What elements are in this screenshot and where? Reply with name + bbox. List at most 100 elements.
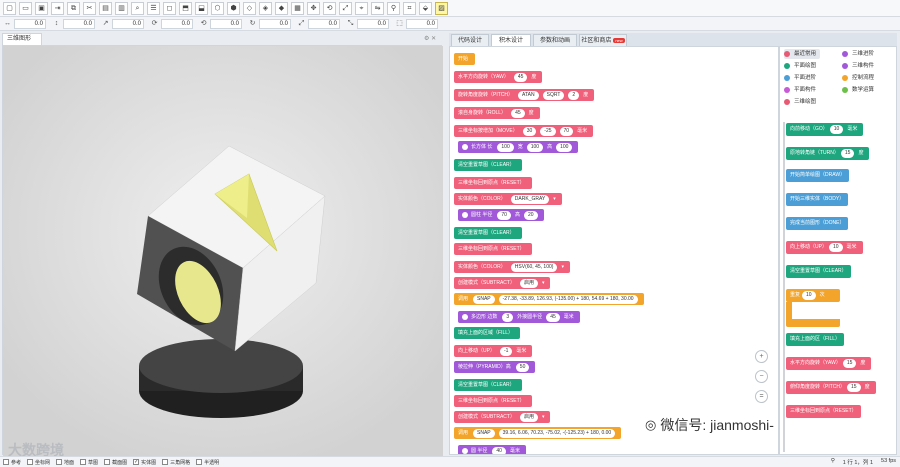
subtract-block-2[interactable]: 创建模式（SUBTRACT） 启用 ▾ — [454, 411, 551, 423]
block-value-input[interactable]: ATAN — [518, 90, 539, 100]
category-5[interactable]: 控制流程 — [842, 73, 874, 83]
palette-pitch-block[interactable]: 俯仰角度旋转（PITCH） 15 度 — [786, 381, 876, 394]
polygon-block[interactable]: 多边形 边数 3 外接圆半径 45 毫米 — [458, 311, 580, 323]
export-icon[interactable]: ⇥ — [51, 1, 64, 15]
checkbox[interactable] — [196, 459, 203, 465]
block-value-input[interactable]: 45 — [546, 312, 560, 322]
block-value-input[interactable]: 20 — [523, 210, 538, 220]
checkbox[interactable] — [27, 459, 34, 465]
palette-up-block[interactable]: 向上移动（UP） 10 毫米 — [786, 241, 863, 254]
move-block[interactable]: 三维坐标按增加（MOVE） 30 -25 70 毫米 — [454, 125, 594, 137]
transform-value-input[interactable]: 0.0 — [259, 18, 291, 29]
checkbox[interactable] — [162, 459, 169, 465]
palette-draw-block[interactable]: 开始简单绘图（DRAW） — [786, 169, 850, 182]
block-value-input[interactable]: 100 — [497, 142, 514, 152]
block-value-input[interactable]: 2 — [568, 90, 580, 100]
palette-clear-block[interactable]: 清空重置草图（CLEAR） — [786, 265, 851, 278]
cube-wire-icon[interactable]: ⬢ — [227, 1, 240, 15]
pyramid-block[interactable]: 棱拉伸（PYRAMID）高 50 — [454, 361, 536, 373]
move-tool-icon[interactable]: ✥ — [307, 1, 320, 15]
dropdown-arrow-icon[interactable]: ▾ — [553, 193, 556, 205]
palette-go-block[interactable]: 向前移动（GO） 10 毫米 — [786, 123, 864, 136]
cylinder-block[interactable]: 圆柱 半径 70 高 20 — [458, 209, 544, 221]
palette-done-block[interactable]: 完成当前图形（DONE） — [786, 217, 849, 230]
clear-block-2[interactable]: 清空重置草图（CLEAR） — [454, 227, 522, 239]
block-workspace[interactable]: 开始 水平方向旋转（YAW） 45 度旋转角度旋转（PITCH） ATAN SQRT 2 度滚… — [449, 46, 779, 455]
checkbox[interactable] — [104, 459, 111, 465]
block-value-input[interactable]: 39.16, 6.06, 70.23, -75.02, -(-125.23) +… — [498, 428, 616, 438]
transform-value-input[interactable]: 0.0 — [210, 18, 242, 29]
cube-front-icon[interactable]: ◻ — [163, 1, 176, 15]
3d-scene[interactable] — [3, 46, 443, 456]
cube-iso-icon[interactable]: ⬡ — [211, 1, 224, 15]
checkbox[interactable] — [80, 459, 87, 465]
transform-value-input[interactable]: 0.0 — [112, 18, 144, 29]
block-value-input[interactable]: 启用 — [519, 412, 538, 422]
reset-block-1[interactable]: 三维坐标回到原点（RESET） — [454, 177, 532, 189]
block-value-input[interactable]: SQRT — [542, 90, 565, 100]
circle-block[interactable]: 圆 半径 40 毫米 — [458, 445, 526, 454]
cube-back-icon[interactable]: ◇ — [243, 1, 256, 15]
view-option-1[interactable]: 坐标网 — [27, 459, 50, 466]
zoom-in-button[interactable]: + — [755, 350, 768, 363]
search-icon[interactable]: ⌕ — [131, 1, 144, 15]
transform-value-input[interactable]: 0.0 — [406, 18, 438, 29]
category-1[interactable]: 三维进阶 — [842, 49, 874, 59]
view-option-5[interactable]: ✓ 实体图 — [133, 459, 156, 466]
block-value-input[interactable]: DARK_GRAY — [510, 194, 550, 204]
block-value-input[interactable]: 15 — [840, 149, 855, 158]
block-value-input[interactable]: 10 — [828, 243, 843, 252]
palette-yaw-block[interactable]: 水平方向旋转（YAW） 15 度 — [786, 357, 872, 370]
block-value-input[interactable]: 100 — [556, 142, 573, 152]
transform-value-input[interactable]: 0.0 — [357, 18, 389, 29]
list-icon[interactable]: ☰ — [147, 1, 160, 15]
block-value-input[interactable]: 50 — [515, 362, 530, 372]
checkbox[interactable] — [56, 459, 63, 465]
view-option-7[interactable]: 半透明 — [196, 459, 219, 466]
block-value-input[interactable]: HSV(60, 45, 100) — [510, 262, 558, 272]
view-option-3[interactable]: 草图 — [80, 459, 98, 466]
pin-icon[interactable]: ⚙ — [424, 36, 429, 42]
rotate-tool-icon[interactable]: ⟲ — [323, 1, 336, 15]
zoom-out-button[interactable]: − — [755, 370, 768, 383]
category-2[interactable]: 平面绘图 — [784, 61, 816, 71]
block-value-input[interactable]: SNAP — [473, 294, 495, 304]
clear-block-1[interactable]: 清空重置草图（CLEAR） — [454, 159, 522, 171]
cut-icon[interactable]: ✂ — [83, 1, 96, 15]
subtract-block-1[interactable]: 创建模式（SUBTRACT） 启用 ▾ — [454, 277, 551, 289]
zoom-reset-button[interactable]: = — [755, 390, 768, 403]
palette-scrollbar[interactable] — [783, 122, 785, 452]
cube-top-icon[interactable]: ⬒ — [179, 1, 192, 15]
reset-block-2[interactable]: 三维坐标回到原点（RESET） — [454, 243, 532, 255]
roll-block[interactable]: 滚自身旋转（ROLL） 45 度 — [454, 107, 540, 119]
open-folder-icon[interactable]: ▭ — [19, 1, 32, 15]
tab-1[interactable]: 积木设计 — [491, 34, 531, 46]
close-icon[interactable]: ✕ — [431, 36, 436, 42]
measure-icon[interactable]: ⌗ — [403, 1, 416, 15]
scale-tool-icon[interactable]: ⤢ — [339, 1, 352, 15]
yaw-block[interactable]: 水平方向旋转（YAW） 45 度 — [454, 71, 543, 83]
block-value-input[interactable]: 15 — [847, 383, 861, 392]
block-value-input[interactable]: 15 — [842, 359, 857, 368]
category-0[interactable]: 最近常用 — [784, 49, 821, 59]
block-value-input[interactable]: 70 — [559, 126, 574, 136]
color-block-2[interactable]: 实体颜色（COLOR） HSV(60, 45, 100) ▾ — [454, 261, 570, 273]
transform-value-input[interactable]: 0.0 — [14, 18, 46, 29]
dropdown-arrow-icon[interactable]: ▾ — [542, 411, 545, 423]
snap-block-1[interactable]: 调用 SNAP -27.38, -33.89, 126.93, (-135.00) … — [454, 293, 644, 305]
view-tab[interactable]: 三维图形 — [2, 33, 42, 45]
tab-2[interactable]: 参数和动画 — [533, 34, 577, 46]
checkbox[interactable]: ✓ — [133, 459, 140, 465]
cube-left-icon[interactable]: ◆ — [275, 1, 288, 15]
block-value-input[interactable]: 45 — [511, 108, 525, 118]
block-value-input[interactable]: 3 — [502, 312, 514, 322]
block-value-input[interactable]: -27.38, -33.89, 126.93, (-135.00) + 180,… — [498, 294, 638, 304]
palette-body-block[interactable]: 开始三维实体（BODY） — [786, 193, 849, 206]
block-value-input[interactable]: -1 — [499, 346, 513, 356]
cuboid-block[interactable]: 长方体 长 100 宽 100 高 100 — [458, 141, 579, 153]
view-option-0[interactable]: 参考 — [3, 459, 21, 466]
block-value-input[interactable]: 45 — [513, 72, 528, 82]
block-value-input[interactable]: 启用 — [519, 278, 538, 288]
transform-value-input[interactable]: 0.0 — [161, 18, 193, 29]
start-block[interactable]: 开始 — [454, 53, 476, 65]
